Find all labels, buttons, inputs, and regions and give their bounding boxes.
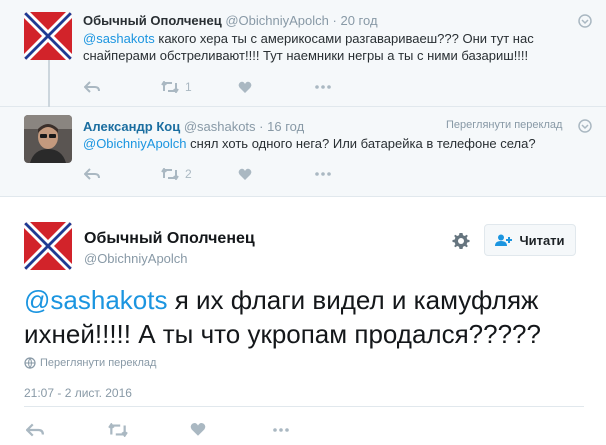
tweet-time[interactable]: 16 год	[267, 119, 304, 134]
retweet-count: 2	[185, 167, 192, 181]
translate-row[interactable]: Переглянути переклад	[24, 357, 156, 369]
retweet-icon[interactable]: 1	[161, 80, 238, 94]
author-name[interactable]: Обычный Ополченец	[84, 230, 255, 248]
tweet-1[interactable]: Обычный Ополченец @ObichniyApolch · 20 г…	[0, 0, 606, 107]
retweet-icon[interactable]: 2	[161, 167, 238, 181]
tweet-timestamp[interactable]: 21:07 - 2 лист. 2016	[24, 386, 132, 400]
tweet-body-text: снял хоть одного нега? Или батарейка в т…	[186, 136, 536, 151]
author-handle[interactable]: @ObichniyApolch	[225, 13, 329, 28]
gear-icon[interactable]	[452, 232, 470, 250]
mention-link[interactable]: @ObichniyApolch	[83, 136, 187, 151]
follow-button[interactable]: Читати	[484, 224, 576, 256]
tweet-2-header: Александр Коц @sashakots · 16 год	[83, 119, 304, 134]
more-icon[interactable]	[315, 172, 331, 176]
tweet-3-text: @sashakots я их флаги видел и камуфляж и…	[24, 283, 584, 351]
mention-link[interactable]: @sashakots	[24, 285, 167, 315]
more-icon[interactable]	[315, 85, 331, 89]
like-icon[interactable]	[238, 81, 315, 94]
like-icon[interactable]	[238, 168, 315, 181]
avatar-obichniy[interactable]	[24, 12, 72, 60]
tweet-2-text: @ObichniyApolch снял хоть одного нега? И…	[83, 135, 583, 152]
avatar-sashakots[interactable]	[24, 115, 72, 163]
author-name[interactable]: Александр Коц	[83, 119, 180, 134]
avatar-obichniy[interactable]	[24, 222, 72, 270]
tweet-2-actions: 2	[84, 167, 331, 181]
translate-link[interactable]: Переглянути переклад	[446, 119, 562, 131]
mention-link[interactable]: @sashakots	[83, 31, 155, 46]
separator-dot: ·	[259, 119, 264, 134]
retweet-icon[interactable]	[108, 422, 190, 437]
thread-line	[48, 58, 50, 107]
more-icon[interactable]	[272, 427, 290, 432]
tweet-3-actions	[26, 422, 290, 437]
tweet-time[interactable]: 20 год	[340, 13, 377, 28]
translate-link[interactable]: Переглянути переклад	[40, 357, 156, 369]
author-handle[interactable]: @sashakots	[184, 119, 256, 134]
separator-dot: ·	[332, 13, 337, 28]
chevron-down-icon[interactable]	[578, 119, 592, 133]
author-name[interactable]: Обычный Ополченец	[83, 13, 222, 28]
reply-icon[interactable]	[26, 423, 108, 437]
tweet-1-actions: 1	[84, 80, 331, 94]
divider	[24, 406, 584, 407]
like-icon[interactable]	[190, 422, 272, 437]
author-handle[interactable]: @ObichniyApolch	[84, 251, 188, 266]
tweet-1-text: @sashakots какого хера ты с америкосами …	[83, 30, 583, 64]
chevron-down-icon[interactable]	[578, 14, 592, 28]
retweet-count: 1	[185, 80, 192, 94]
tweet-2[interactable]: Александр Коц @sashakots · 16 год Перегл…	[0, 107, 606, 197]
reply-icon[interactable]	[84, 168, 161, 180]
follow-label: Читати	[519, 232, 565, 248]
tweet-1-header: Обычный Ополченец @ObichniyApolch · 20 г…	[83, 13, 378, 28]
globe-icon	[24, 357, 36, 369]
add-user-icon	[495, 234, 513, 246]
reply-icon[interactable]	[84, 81, 161, 93]
